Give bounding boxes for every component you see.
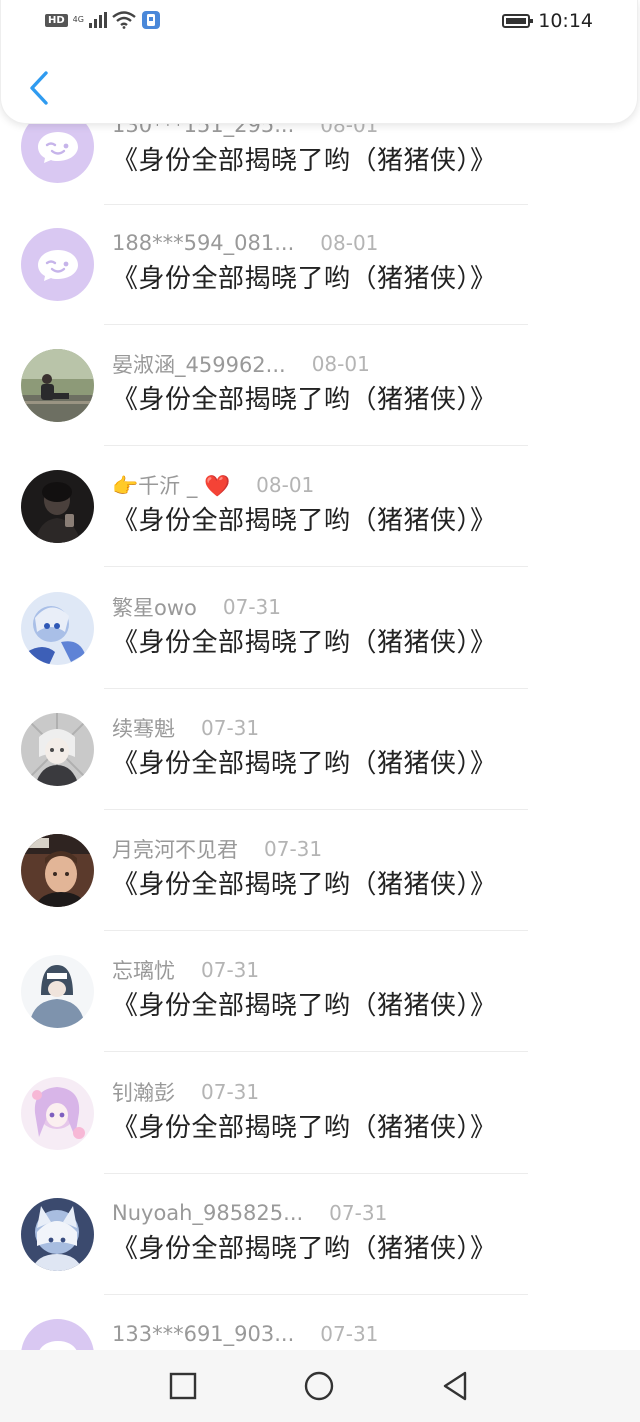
date: 07-31 bbox=[320, 1322, 379, 1346]
date: 07-31 bbox=[201, 958, 260, 982]
username[interactable]: 月亮河不见君 bbox=[112, 834, 238, 864]
triangle-back-icon bbox=[443, 1371, 467, 1401]
list-item[interactable]: 130***151_295... 08-01 《身份全部揭晓了哟（猪猪侠）》 bbox=[0, 110, 640, 231]
list-item[interactable]: 188***594_081... 08-01 《身份全部揭晓了哟（猪猪侠）》 bbox=[0, 228, 640, 349]
username[interactable]: 续骞魁 bbox=[112, 713, 175, 743]
chat-bubble-icon bbox=[37, 131, 78, 163]
list-item[interactable]: 繁星owo 07-31 《身份全部揭晓了哟（猪猪侠）》 bbox=[0, 592, 640, 713]
anime-avatar-icon bbox=[21, 1198, 94, 1271]
anime-avatar-icon bbox=[21, 1077, 94, 1150]
avatar[interactable] bbox=[21, 592, 94, 665]
list-item[interactable]: 晏淑涵_459962... 08-01 《身份全部揭晓了哟（猪猪侠）》 bbox=[0, 349, 640, 470]
chat-bubble-icon bbox=[37, 249, 78, 281]
avatar[interactable] bbox=[21, 470, 94, 543]
status-bar-left: HD 4G bbox=[45, 10, 161, 30]
back-nav-button[interactable] bbox=[439, 1370, 471, 1402]
username[interactable]: 繁星owo bbox=[112, 592, 197, 622]
list-item[interactable]: 👉千沂 _ ❤️ 08-01 《身份全部揭晓了哟（猪猪侠）》 bbox=[0, 470, 640, 591]
back-button[interactable] bbox=[21, 68, 57, 108]
divider bbox=[104, 930, 528, 931]
list-item[interactable]: 钊瀚彭 07-31 《身份全部揭晓了哟（猪猪侠）》 bbox=[0, 1077, 640, 1198]
recent-apps-button[interactable] bbox=[167, 1370, 199, 1402]
date: 07-31 bbox=[264, 837, 323, 861]
message-text: 《身份全部揭晓了哟（猪猪侠）》 bbox=[112, 628, 497, 658]
hoodie-avatar-icon bbox=[21, 955, 94, 1028]
circle-icon bbox=[304, 1371, 334, 1401]
user-photo-icon bbox=[21, 470, 94, 543]
divider bbox=[104, 566, 528, 567]
list-item[interactable]: 月亮河不见君 07-31 《身份全部揭晓了哟（猪猪侠）》 bbox=[0, 834, 640, 955]
message-text: 《身份全部揭晓了哟（猪猪侠）》 bbox=[112, 870, 497, 900]
message-text: 《身份全部揭晓了哟（猪猪侠）》 bbox=[112, 506, 497, 536]
username[interactable]: 忘璃忧 bbox=[112, 955, 175, 985]
battery-icon bbox=[502, 14, 534, 28]
date: 07-31 bbox=[329, 1201, 388, 1225]
list-item[interactable]: 133***691_903... 07-31 bbox=[0, 1319, 640, 1350]
header: HD 4G 10:14 bbox=[0, 0, 638, 124]
user-photo-icon bbox=[21, 834, 94, 907]
divider bbox=[104, 809, 528, 810]
user-photo-icon bbox=[21, 349, 94, 422]
network-type: 4G bbox=[72, 15, 84, 24]
hd-badge: HD bbox=[45, 13, 68, 27]
signal-icon bbox=[88, 12, 107, 28]
divider bbox=[104, 1051, 528, 1052]
message-text: 《身份全部揭晓了哟（猪猪侠）》 bbox=[112, 991, 497, 1021]
square-icon bbox=[169, 1372, 197, 1400]
message-text: 《身份全部揭晓了哟（猪猪侠）》 bbox=[112, 749, 497, 779]
list-item[interactable]: 忘璃忧 07-31 《身份全部揭晓了哟（猪猪侠）》 bbox=[0, 955, 640, 1076]
list-item[interactable]: Nuyoah_985825... 07-31 《身份全部揭晓了哟（猪猪侠）》 bbox=[0, 1198, 640, 1319]
anime-avatar-icon bbox=[21, 713, 94, 786]
system-nav-bar bbox=[0, 1350, 640, 1422]
divider bbox=[104, 688, 528, 689]
username[interactable]: 133***691_903... bbox=[112, 1322, 294, 1346]
avatar[interactable] bbox=[21, 1198, 94, 1271]
avatar[interactable] bbox=[21, 1077, 94, 1150]
avatar[interactable] bbox=[21, 955, 94, 1028]
divider bbox=[104, 1294, 528, 1295]
message-text: 《身份全部揭晓了哟（猪猪侠）》 bbox=[112, 1113, 497, 1143]
comment-list: 130***151_295... 08-01 《身份全部揭晓了哟（猪猪侠）》 18… bbox=[0, 0, 640, 1350]
status-time: 10:14 bbox=[538, 10, 593, 32]
chevron-left-icon bbox=[30, 71, 48, 105]
date: 07-31 bbox=[201, 716, 260, 740]
status-bar-right: 10:14 bbox=[502, 10, 593, 32]
username[interactable]: 👉千沂 _ ❤️ bbox=[112, 470, 230, 500]
message-text: 《身份全部揭晓了哟（猪猪侠）》 bbox=[112, 1234, 497, 1264]
date: 08-01 bbox=[311, 352, 370, 376]
anime-avatar-icon bbox=[21, 592, 94, 665]
avatar[interactable] bbox=[21, 228, 94, 301]
divider bbox=[104, 1173, 528, 1174]
message-text: 《身份全部揭晓了哟（猪猪侠）》 bbox=[112, 385, 497, 415]
avatar[interactable] bbox=[21, 349, 94, 422]
message-text: 《身份全部揭晓了哟（猪猪侠）》 bbox=[112, 146, 497, 176]
home-button[interactable] bbox=[303, 1370, 335, 1402]
list-item[interactable]: 续骞魁 07-31 《身份全部揭晓了哟（猪猪侠）》 bbox=[0, 713, 640, 834]
username[interactable]: 晏淑涵_459962... bbox=[112, 349, 286, 379]
username[interactable]: 钊瀚彭 bbox=[112, 1077, 175, 1107]
wifi-icon bbox=[112, 11, 136, 29]
username[interactable]: Nuyoah_985825... bbox=[112, 1201, 303, 1225]
app-notification-icon bbox=[141, 11, 160, 29]
chat-bubble-icon bbox=[38, 1340, 77, 1350]
divider bbox=[104, 204, 528, 205]
divider bbox=[104, 324, 528, 325]
divider bbox=[104, 445, 528, 446]
date: 08-01 bbox=[256, 473, 315, 497]
avatar[interactable] bbox=[21, 713, 94, 786]
avatar[interactable] bbox=[21, 834, 94, 907]
date: 07-31 bbox=[222, 595, 281, 619]
username[interactable]: 188***594_081... bbox=[112, 231, 294, 255]
avatar[interactable] bbox=[21, 1319, 94, 1350]
date: 07-31 bbox=[201, 1080, 260, 1104]
date: 08-01 bbox=[320, 231, 379, 255]
message-text: 《身份全部揭晓了哟（猪猪侠）》 bbox=[112, 264, 497, 294]
